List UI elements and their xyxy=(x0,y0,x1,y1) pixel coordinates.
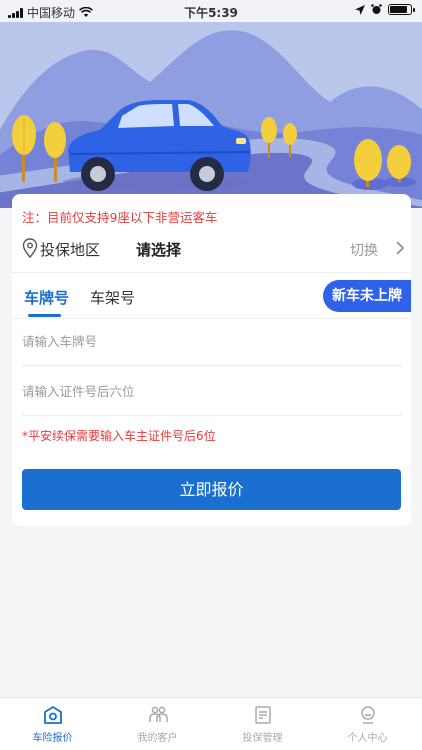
alarm-icon xyxy=(371,4,382,14)
nav-item-policy-management[interactable]: 投保管理 xyxy=(210,698,315,750)
tab-plate-number[interactable]: 车牌号 xyxy=(24,287,69,308)
chevron-right-icon[interactable] xyxy=(395,240,405,256)
home-camera-icon xyxy=(44,706,62,724)
hero-illustration xyxy=(0,22,422,208)
document-icon xyxy=(255,706,271,724)
bottom-tab-bar: 车险报价 我的客户 投保管理 个人中心 xyxy=(0,697,422,750)
tab-vin[interactable]: 车架号 xyxy=(90,287,135,308)
vehicle-notice: 注：目前仅支持9座以下非营运客车 xyxy=(22,210,218,225)
id-number-input[interactable] xyxy=(22,368,402,415)
get-quote-button[interactable]: 立即报价 xyxy=(22,469,401,510)
nav-item-quote[interactable]: 车险报价 xyxy=(0,698,105,750)
new-car-unregistered-button[interactable]: 新车未上牌 xyxy=(323,280,411,312)
region-selector[interactable]: 投保地区 请选择 切换 xyxy=(12,234,411,266)
renewal-hint: *平安续保需要输入车主证件号后6位 xyxy=(22,429,216,443)
region-value[interactable]: 请选择 xyxy=(136,239,181,260)
plate-number-field xyxy=(22,318,402,366)
location-pin-icon xyxy=(22,238,38,258)
hero-banner xyxy=(0,22,422,208)
nav-label: 个人中心 xyxy=(347,733,388,744)
divider xyxy=(12,272,411,273)
nav-label: 车险报价 xyxy=(32,733,73,744)
location-arrow-icon xyxy=(355,4,365,15)
nav-item-profile[interactable]: 个人中心 xyxy=(315,698,420,750)
customers-icon xyxy=(149,706,168,722)
profile-icon xyxy=(361,706,375,724)
plate-number-input[interactable] xyxy=(22,318,402,365)
nav-label: 我的客户 xyxy=(137,733,178,744)
id-number-field xyxy=(22,368,402,416)
input-mode-tabs: 车牌号 车架号 新车未上牌 xyxy=(12,274,411,318)
active-tab-indicator xyxy=(28,314,61,317)
region-label: 投保地区 xyxy=(40,241,101,259)
quote-form-card: 注：目前仅支持9座以下非营运客车 投保地区 请选择 切换 车牌号 车架号 新车未… xyxy=(12,194,411,526)
switch-region-link[interactable]: 切换 xyxy=(350,240,378,260)
status-bar: 中国移动 下午5:39 xyxy=(0,0,422,22)
battery-icon xyxy=(388,4,415,15)
battery-level xyxy=(390,6,407,13)
nav-item-customers[interactable]: 我的客户 xyxy=(105,698,210,750)
status-right xyxy=(355,4,415,15)
nav-label: 投保管理 xyxy=(242,733,283,744)
